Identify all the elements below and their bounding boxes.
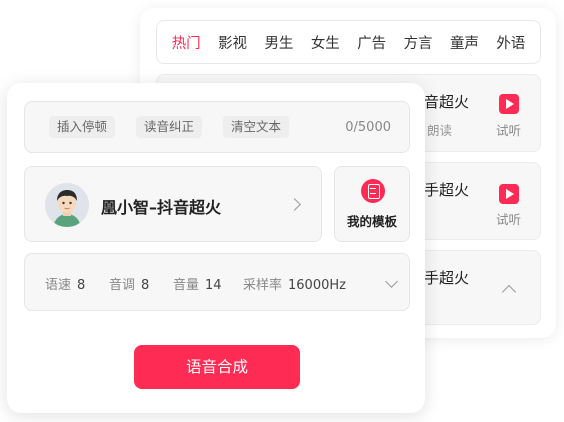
voice-name: 凰小智–抖音超火: [101, 198, 222, 217]
avatar-illustration: [45, 183, 89, 227]
sample-rate-label: 采样率: [243, 278, 283, 293]
clear-text-button[interactable]: 清空文本: [223, 116, 290, 138]
voice-item-title: 音超火: [424, 93, 470, 111]
template-icon: [361, 179, 385, 203]
voice-params-panel[interactable]: 语速 8 音调 8 音量 14 采样率 16000Hz: [24, 253, 410, 311]
voice-item-subtitle: 朗读: [427, 123, 453, 138]
tab-male[interactable]: 男生: [264, 32, 293, 53]
tab-film[interactable]: 影视: [218, 32, 247, 53]
tab-hot[interactable]: 热门: [172, 32, 201, 53]
speed-param: 语速 8: [45, 274, 85, 293]
volume-value: 14: [205, 278, 222, 293]
voice-item-title: 手超火: [424, 181, 470, 199]
pitch-param: 音调 8: [109, 274, 149, 293]
avatar: [45, 183, 89, 227]
volume-label: 音量: [173, 278, 200, 293]
tab-foreign[interactable]: 外语: [496, 32, 525, 53]
try-listen-label[interactable]: 试听: [496, 209, 521, 228]
speed-value: 8: [77, 278, 86, 293]
chevron-up-icon[interactable]: [501, 284, 517, 300]
tab-child[interactable]: 童声: [450, 32, 479, 53]
tab-female[interactable]: 女生: [311, 32, 340, 53]
chevron-down-icon[interactable]: [385, 275, 398, 288]
tab-dialect[interactable]: 方言: [404, 32, 433, 53]
text-input-area[interactable]: 插入停顿 读音纠正 清空文本 0/5000: [24, 101, 410, 153]
template-label: 我的模板: [346, 214, 397, 229]
play-icon[interactable]: [499, 94, 519, 114]
chevron-right-icon[interactable]: [288, 198, 301, 211]
stage: 热门 影视 男生 女生 广告 方言 童声 外语 音超火 朗读 试听 手超火 试听…: [0, 0, 564, 422]
try-listen-label[interactable]: 试听: [496, 120, 521, 139]
sample-rate-param: 采样率 16000Hz: [243, 274, 346, 293]
sample-rate-value: 16000Hz: [288, 278, 346, 293]
pitch-value: 8: [141, 278, 150, 293]
my-template-button[interactable]: 我的模板: [334, 166, 410, 242]
pitch-label: 音调: [109, 278, 136, 293]
pronunciation-fix-button[interactable]: 读音纠正: [136, 116, 203, 138]
voice-item-title: 手超火: [424, 269, 470, 287]
voice-selector[interactable]: 凰小智–抖音超火: [24, 166, 322, 242]
speed-label: 语速: [45, 278, 72, 293]
synthesize-button[interactable]: 语音合成: [134, 345, 300, 389]
tab-ads[interactable]: 广告: [357, 32, 386, 53]
play-icon[interactable]: [499, 184, 519, 204]
tts-editor-card: 插入停顿 读音纠正 清空文本 0/5000 凰小智–抖音超火 我的模板 语速 8…: [7, 83, 425, 413]
category-tabs: 热门 影视 男生 女生 广告 方言 童声 外语: [156, 20, 541, 64]
volume-param: 音量 14: [173, 274, 222, 293]
insert-pause-button[interactable]: 插入停顿: [49, 116, 116, 138]
char-counter: 0/5000: [345, 120, 391, 135]
